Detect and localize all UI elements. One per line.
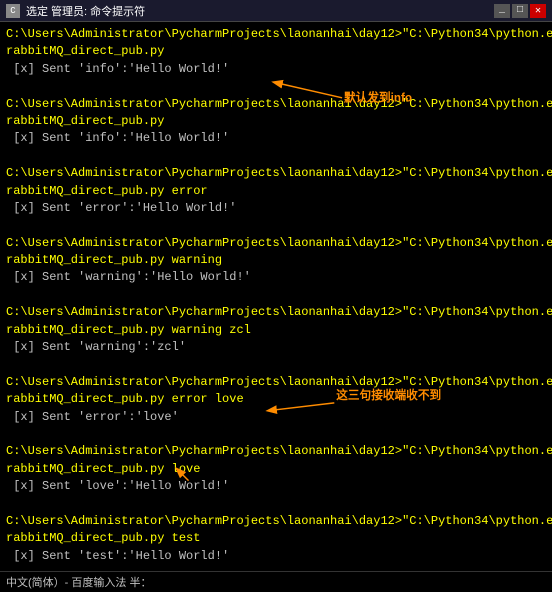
line: [x] Sent 'error':'Hello World!' <box>6 200 546 217</box>
line: rabbitMQ_direct_pub.py error <box>6 183 546 200</box>
line: [x] Sent 'info':'Hello World!' <box>6 130 546 147</box>
line <box>6 217 546 234</box>
line: C:\Users\Administrator\PycharmProjects\l… <box>6 235 546 252</box>
line: [x] Sent 'info':'Hello World!' <box>6 61 546 78</box>
line: rabbitMQ_direct_pub.py warning <box>6 252 546 269</box>
status-bar: 中文(简体）- 百度输入法 半： <box>0 571 552 592</box>
line: rabbitMQ_direct_pub.py <box>6 113 546 130</box>
line: C:\Users\Administrator\PycharmProjects\l… <box>6 304 546 321</box>
status-text: 中文(简体）- 百度输入法 半： <box>6 577 151 589</box>
line <box>6 78 546 95</box>
line: C:\Users\Administrator\PycharmProjects\l… <box>6 96 546 113</box>
line <box>6 148 546 165</box>
title-bar: C 选定 管理员: 命令提示符 _ □ ✕ <box>0 0 552 22</box>
close-button[interactable]: ✕ <box>530 4 546 18</box>
line: C:\Users\Administrator\PycharmProjects\l… <box>6 374 546 391</box>
line <box>6 356 546 373</box>
line: rabbitMQ_direct_pub.py love <box>6 461 546 478</box>
line: [x] Sent 'warning':'zcl' <box>6 339 546 356</box>
line: [x] Sent 'error':'love' <box>6 409 546 426</box>
line: C:\Users\Administrator\PycharmProjects\l… <box>6 26 546 43</box>
window: C 选定 管理员: 命令提示符 _ □ ✕ C:\Users\Administr… <box>0 0 552 592</box>
minimize-button[interactable]: _ <box>494 4 510 18</box>
terminal-content: C:\Users\Administrator\PycharmProjects\l… <box>6 26 546 571</box>
line <box>6 426 546 443</box>
title-bar-text: 选定 管理员: 命令提示符 <box>26 3 145 19</box>
line: rabbitMQ_direct_pub.py warning zcl <box>6 322 546 339</box>
line: C:\Users\Administrator\PycharmProjects\l… <box>6 513 546 530</box>
title-bar-controls: _ □ ✕ <box>494 4 546 18</box>
cmd-icon: C <box>6 4 20 18</box>
maximize-button[interactable]: □ <box>512 4 528 18</box>
line: [x] Sent 'test':'Hello World!' <box>6 548 546 565</box>
line <box>6 287 546 304</box>
terminal-body: C:\Users\Administrator\PycharmProjects\l… <box>0 22 552 571</box>
line <box>6 565 546 571</box>
line: C:\Users\Administrator\PycharmProjects\l… <box>6 165 546 182</box>
line: rabbitMQ_direct_pub.py <box>6 43 546 60</box>
line <box>6 496 546 513</box>
line: rabbitMQ_direct_pub.py error love <box>6 391 546 408</box>
line: [x] Sent 'love':'Hello World!' <box>6 478 546 495</box>
line: C:\Users\Administrator\PycharmProjects\l… <box>6 443 546 460</box>
line: rabbitMQ_direct_pub.py test <box>6 530 546 547</box>
title-bar-left: C 选定 管理员: 命令提示符 <box>6 3 145 19</box>
line: [x] Sent 'warning':'Hello World!' <box>6 269 546 286</box>
